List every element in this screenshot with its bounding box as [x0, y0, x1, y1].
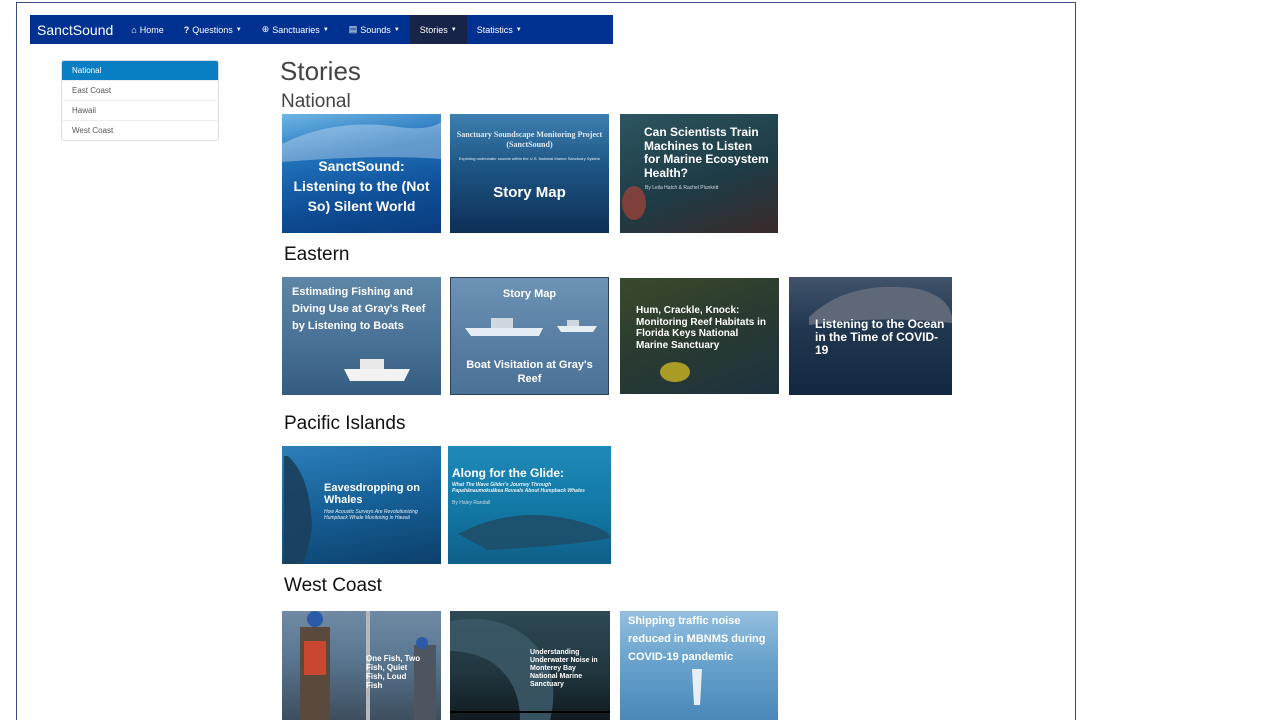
nav-statistics-label: Statistics: [476, 24, 513, 35]
card-title: Can Scientists Train Machines to Listen …: [644, 125, 769, 180]
nav-statistics[interactable]: Statistics ▼: [467, 15, 532, 44]
nav-stories-label: Stories: [419, 24, 448, 35]
story-card-boat-visitation[interactable]: Story Map Boat Visitation at Gray's Reef: [450, 277, 609, 395]
card-title: Along for the Glide:: [452, 466, 564, 480]
nav-sanctuaries[interactable]: ⊕ Sanctuaries ▼: [252, 15, 339, 44]
story-card-hum-crackle-knock[interactable]: Hum, Crackle, Knock: Monitoring Reef Hab…: [620, 278, 779, 394]
section-heading-pacific-islands: Pacific Islands: [284, 413, 406, 434]
card-subtitle: How Acoustic Surveys Are Revolutionizing…: [324, 509, 418, 521]
sidebar-item-national[interactable]: National: [62, 61, 218, 80]
region-sidebar: National East Coast Hawaii West Coast: [61, 60, 219, 141]
caret-down-icon: ▼: [515, 26, 522, 33]
nav-stories[interactable]: Stories ▼: [409, 15, 467, 44]
question-icon: ?: [183, 24, 190, 35]
caret-down-icon: ▼: [450, 26, 457, 33]
story-card-along-for-the-glide[interactable]: Along for the Glide: What The Wave Glide…: [448, 446, 611, 564]
card-subtitle: What The Wave Glider's Journey Through P…: [452, 482, 585, 494]
nav-sounds-label: Sounds: [360, 24, 391, 35]
story-card-sanctsound-silent-world[interactable]: SanctSound: Listening to the (Not So) Si…: [282, 114, 441, 233]
brand-logo-link[interactable]: SanctSound: [30, 22, 121, 38]
story-card-shipping-traffic-noise[interactable]: Shipping traffic noise reduced in MBNMS …: [620, 611, 778, 720]
story-card-understanding-underwater-noise[interactable]: Understanding Underwater Noise in Monter…: [450, 611, 610, 720]
fish-image: [622, 186, 646, 220]
nav-sanctuaries-label: Sanctuaries: [272, 24, 320, 35]
globe-icon: ⊕: [261, 24, 270, 34]
card-header: Sanctuary Soundscape Monitoring Project …: [456, 130, 603, 149]
nav-sounds[interactable]: ▤ Sounds ▼: [339, 15, 410, 44]
caret-down-icon: ▼: [235, 26, 242, 33]
top-navbar: SanctSound ⌂ Home ? Questions ▼ ⊕ Sanctu…: [30, 15, 613, 44]
section-heading-national: National: [281, 91, 351, 112]
card-title: Understanding Underwater Noise in Monter…: [530, 649, 598, 688]
card-title: Eavesdropping on Whales: [324, 482, 420, 506]
card-title: Boat Visitation at Gray's Reef: [466, 359, 593, 385]
nav-home-label: Home: [139, 24, 164, 35]
sidebar-item-hawaii[interactable]: Hawaii: [62, 100, 218, 120]
nav-questions-label: Questions: [192, 24, 233, 35]
boat-image: [344, 359, 410, 381]
section-heading-eastern: Eastern: [284, 244, 350, 265]
card-subtitle: Exploring underwater sounds within the U…: [458, 156, 601, 161]
story-card-one-fish-two-fish[interactable]: One Fish, Two Fish, Quiet Fish, Loud Fis…: [282, 611, 441, 720]
card-title: Listening to the Ocean in the Time of CO…: [815, 317, 945, 357]
caret-down-icon: ▼: [393, 26, 400, 33]
sidebar-item-west-coast[interactable]: West Coast: [62, 120, 218, 140]
card-title: One Fish, Two Fish, Quiet Fish, Loud Fis…: [366, 654, 421, 690]
card-byline: By Leila Hatch & Rachel Plunkett: [645, 185, 719, 191]
sidebar-item-east-coast[interactable]: East Coast: [62, 80, 218, 100]
story-card-listening-covid[interactable]: Listening to the Ocean in the Time of CO…: [789, 277, 952, 395]
caret-down-icon: ▼: [322, 26, 329, 33]
story-card-scientists-train-machines[interactable]: Can Scientists Train Machines to Listen …: [620, 114, 778, 233]
page-title: Stories: [280, 56, 361, 86]
card-title: SanctSound: Listening to the (Not So) Si…: [293, 158, 430, 214]
story-card-story-map-sanctsound[interactable]: Sanctuary Soundscape Monitoring Project …: [450, 114, 609, 233]
nav-home[interactable]: ⌂ Home: [121, 15, 173, 44]
nav-questions[interactable]: ? Questions ▼: [174, 15, 252, 44]
card-title: Story Map: [493, 184, 566, 201]
story-card-eavesdropping-whales[interactable]: Eavesdropping on Whales How Acoustic Sur…: [282, 446, 441, 564]
card-title: Hum, Crackle, Knock: Monitoring Reef Hab…: [636, 305, 766, 351]
fish-image: [660, 362, 690, 382]
home-icon: ⌂: [131, 24, 137, 35]
card-title: Shipping traffic noise reduced in MBNMS …: [628, 615, 766, 663]
card-byline: By Haley Randall: [452, 500, 491, 506]
section-heading-west-coast: West Coast: [284, 575, 382, 596]
file-icon: ▤: [348, 24, 358, 34]
story-card-estimating-fishing[interactable]: Estimating Fishing and Diving Use at Gra…: [282, 277, 441, 395]
